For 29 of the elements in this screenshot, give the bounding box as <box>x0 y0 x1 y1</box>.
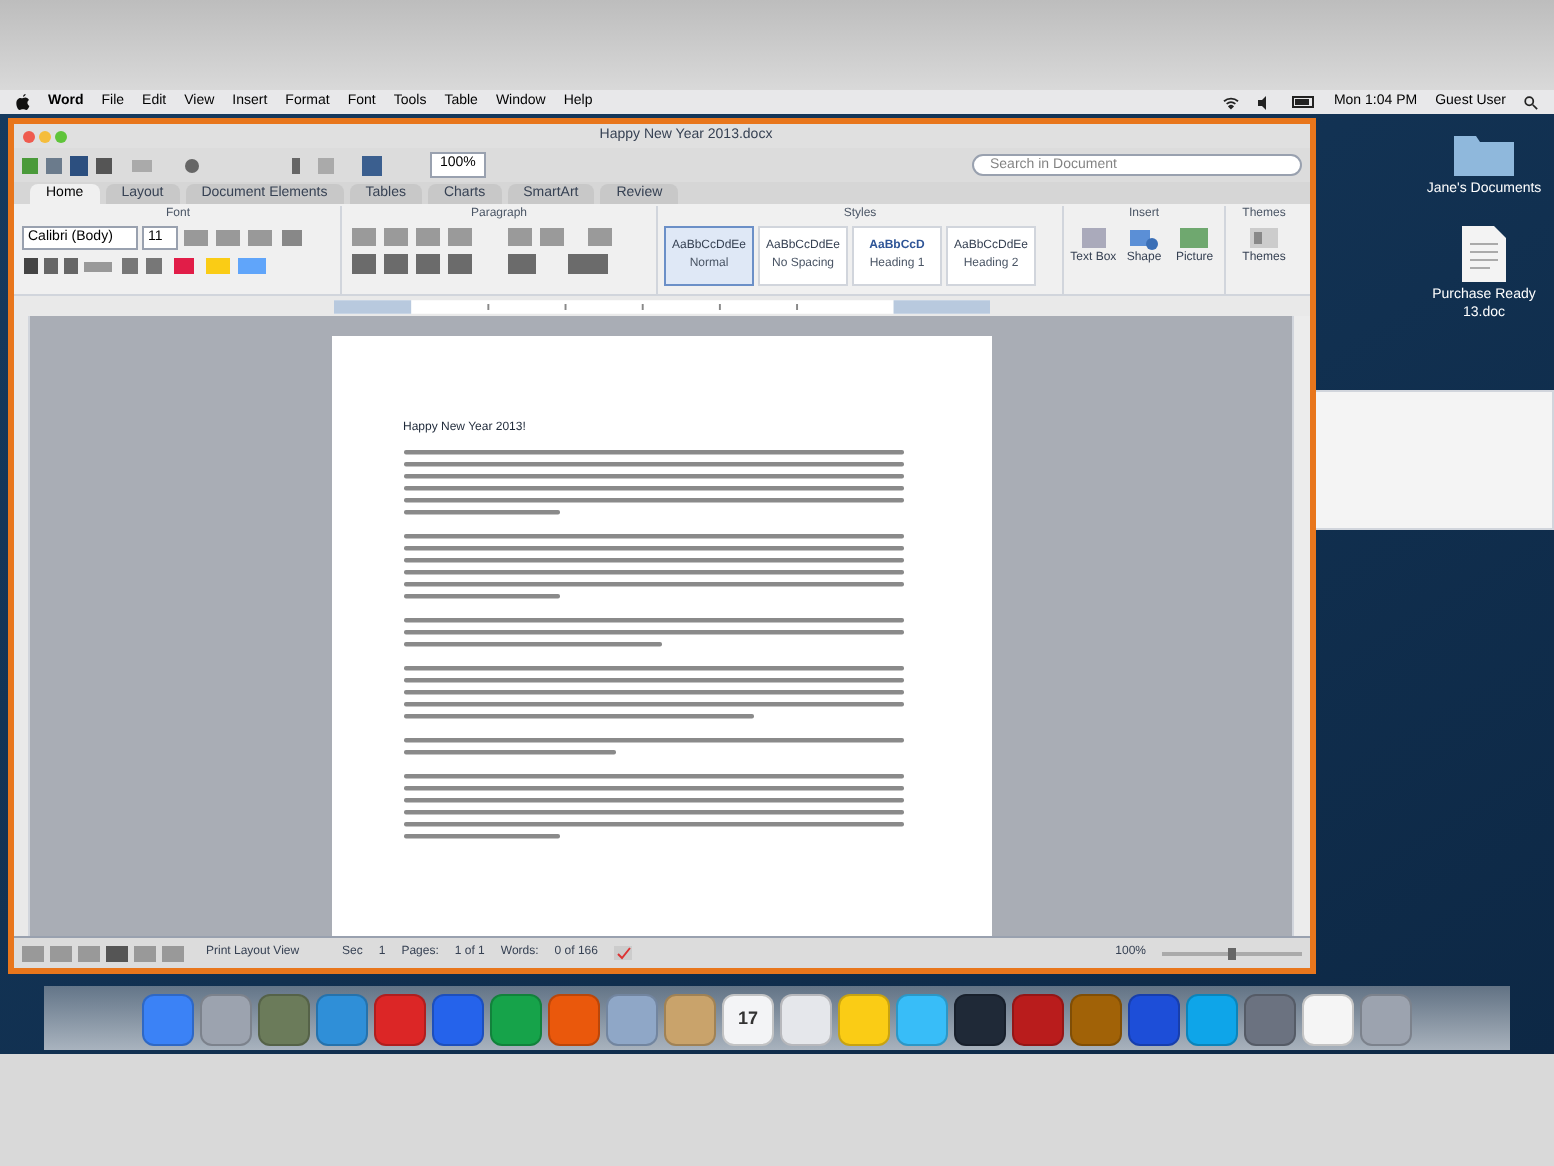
dock-app-icon[interactable] <box>1128 994 1180 1046</box>
dock-app-icon[interactable] <box>780 994 832 1046</box>
themes-icon[interactable] <box>1248 226 1280 250</box>
battery-icon[interactable] <box>1291 96 1316 108</box>
scrollbar[interactable] <box>1292 316 1310 936</box>
dock-app-icon[interactable] <box>1302 994 1354 1046</box>
window-controls-icon[interactable] <box>22 129 70 143</box>
picture-icon[interactable] <box>1176 226 1213 250</box>
document-icon[interactable] <box>1460 223 1508 284</box>
search-icon[interactable] <box>1524 95 1538 109</box>
dock-app-icon[interactable] <box>1244 994 1296 1046</box>
wifi-icon[interactable] <box>1221 95 1240 109</box>
dock-app-icon[interactable] <box>896 994 948 1046</box>
dock-app-icon[interactable] <box>142 994 194 1046</box>
dock-app-icon[interactable] <box>838 994 890 1046</box>
spelling-icon[interactable] <box>613 945 634 961</box>
view-buttons-drawing[interactable] <box>22 943 190 963</box>
dock-app-icon[interactable] <box>374 994 426 1046</box>
shape-icon[interactable] <box>1125 226 1162 250</box>
folder-icon[interactable] <box>1452 130 1516 178</box>
dock-app-icon[interactable] <box>954 994 1006 1046</box>
dock-app-icon[interactable] <box>1070 994 1122 1046</box>
ruler[interactable] <box>334 299 990 313</box>
dock-app-icon[interactable]: 17 <box>722 994 774 1046</box>
dock-app-icon[interactable] <box>258 994 310 1046</box>
zoom-slider-thumb[interactable] <box>1228 947 1236 959</box>
dock-app-icon[interactable] <box>1012 994 1064 1046</box>
dock-app-icon[interactable] <box>432 994 484 1046</box>
apple-logo-icon[interactable] <box>16 94 30 110</box>
